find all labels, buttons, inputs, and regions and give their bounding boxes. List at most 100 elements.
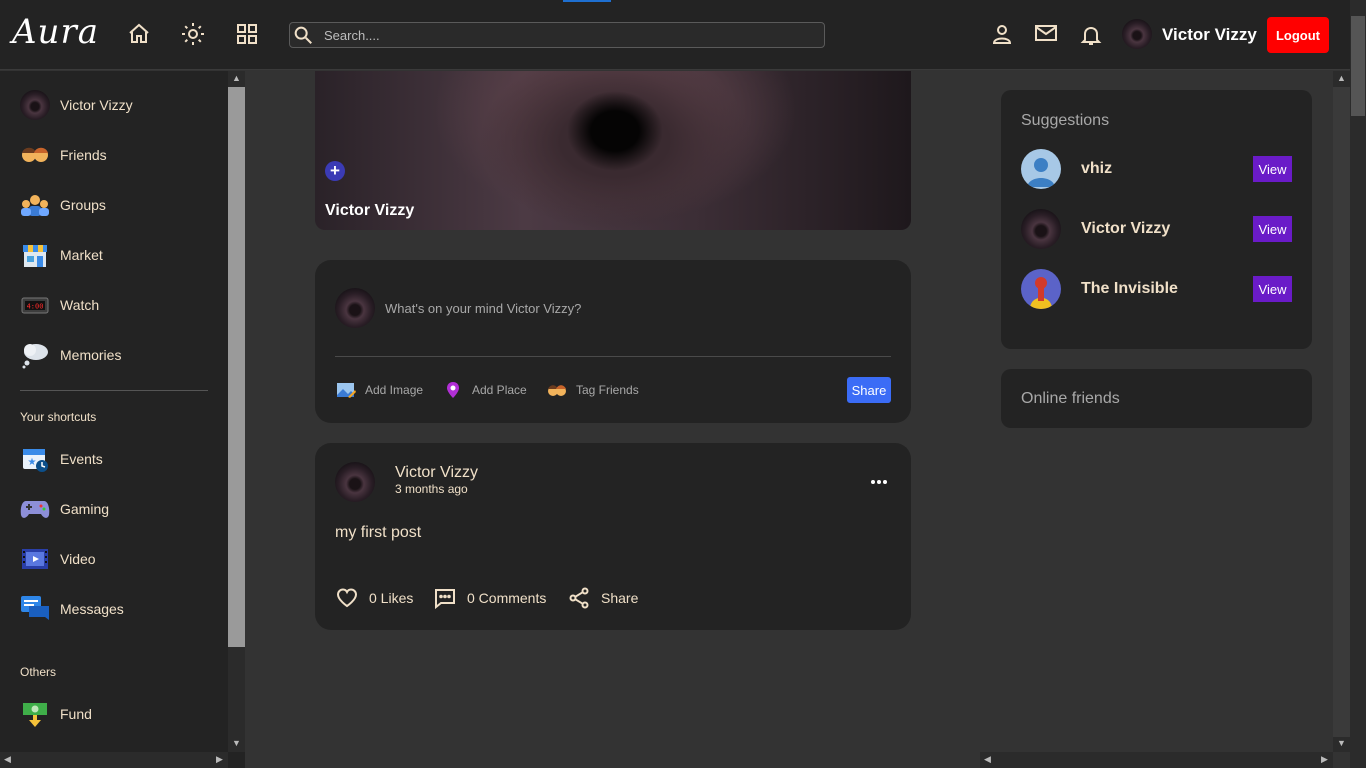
share-label: Share — [601, 590, 639, 606]
user-avatar[interactable] — [1122, 19, 1152, 49]
user-name[interactable]: Victor Vizzy — [1162, 25, 1257, 45]
sidebar-item-watch[interactable]: 4:00 Watch — [20, 290, 220, 320]
avatar[interactable] — [1021, 269, 1061, 309]
suggestion-name[interactable]: Victor Vizzy — [1081, 220, 1170, 238]
events-icon: ★ — [20, 444, 50, 474]
right-scrollbar[interactable]: ▲ ▼ — [1333, 71, 1350, 752]
divider — [335, 356, 891, 357]
scroll-down-icon[interactable]: ▼ — [1337, 738, 1346, 748]
add-image-option[interactable]: Add Image — [335, 378, 423, 402]
heart-icon — [336, 588, 358, 608]
profile-icon[interactable] — [990, 22, 1014, 46]
gaming-icon — [20, 494, 50, 524]
post-author[interactable]: Victor Vizzy — [395, 464, 478, 482]
post-card: Victor Vizzy 3 months ago my first post … — [315, 443, 911, 630]
right-horizontal-scrollbar[interactable]: ◀ ▶ — [980, 752, 1333, 768]
sidebar-item-label: Memories — [60, 347, 122, 363]
more-options-icon[interactable] — [868, 471, 890, 493]
mail-icon[interactable] — [1034, 21, 1058, 45]
view-button[interactable]: View — [1253, 156, 1292, 182]
sidebar-item-label: Market — [60, 247, 103, 263]
sidebar-item-label: Groups — [60, 197, 106, 213]
svg-text:★: ★ — [28, 457, 37, 468]
cover-name: Victor Vizzy — [325, 202, 415, 219]
avatar[interactable] — [1021, 149, 1061, 189]
memories-icon — [20, 340, 50, 370]
like-button[interactable]: 0 Likes — [335, 586, 413, 610]
sidebar-item-groups[interactable]: Groups — [20, 190, 220, 220]
sidebar-scrollbar[interactable]: ▲ ▼ — [228, 71, 245, 752]
sun-icon[interactable] — [181, 22, 205, 46]
scroll-right-icon[interactable]: ▶ — [216, 754, 223, 765]
friends-icon — [20, 140, 50, 170]
avatar — [335, 288, 375, 328]
scroll-up-icon[interactable]: ▲ — [1337, 73, 1346, 83]
share-button[interactable]: Share — [847, 377, 891, 403]
avatar[interactable] — [1021, 209, 1061, 249]
share-post-button[interactable]: Share — [567, 586, 638, 610]
left-sidebar: Victor Vizzy Friends Groups Market 4:00 … — [0, 71, 245, 768]
add-place-option[interactable]: Add Place — [442, 378, 527, 402]
sidebar-item-label: Video — [60, 551, 96, 567]
suggestion-row: The Invisible View — [1021, 269, 1292, 309]
logout-button[interactable]: Logout — [1267, 17, 1329, 53]
cover-photo: + Victor Vizzy — [315, 71, 911, 230]
sidebar-item-label: Events — [60, 451, 103, 467]
suggestion-row: Victor Vizzy View — [1021, 209, 1292, 249]
search-icon — [294, 26, 312, 44]
search-bar[interactable] — [289, 22, 825, 48]
page-scrollbar[interactable] — [1350, 0, 1366, 768]
sidebar-item-messages[interactable]: Messages — [20, 594, 220, 624]
search-input[interactable] — [324, 26, 814, 44]
tag-friends-option[interactable]: Tag Friends — [546, 378, 639, 402]
sidebar-item-video[interactable]: Video — [20, 544, 220, 574]
add-photo-icon[interactable]: + — [325, 161, 345, 181]
home-icon[interactable] — [127, 22, 151, 46]
sidebar-item-label: Watch — [60, 297, 100, 313]
scroll-down-icon[interactable]: ▼ — [232, 738, 241, 748]
scroll-left-icon[interactable]: ◀ — [984, 754, 991, 765]
post-composer: Add Image Add Place Tag Friends Share — [315, 260, 911, 423]
sidebar-item-label: Victor Vizzy — [60, 97, 133, 113]
suggestion-row: vhiz View — [1021, 149, 1292, 189]
suggestion-name[interactable]: vhiz — [1081, 160, 1112, 178]
online-friends-title: Online friends — [1021, 390, 1120, 407]
avatar[interactable] — [335, 462, 375, 502]
scroll-left-icon[interactable]: ◀ — [4, 754, 11, 765]
image-icon — [335, 379, 357, 401]
sidebar-item-label: Friends — [60, 147, 107, 163]
comment-button[interactable]: 0 Comments — [433, 586, 546, 610]
shortcuts-heading: Your shortcuts — [20, 410, 97, 424]
post-time: 3 months ago — [395, 482, 468, 496]
bell-icon[interactable] — [1079, 23, 1103, 47]
likes-count: 0 Likes — [369, 590, 414, 606]
scroll-up-icon[interactable]: ▲ — [232, 73, 241, 83]
sidebar-item-profile[interactable]: Victor Vizzy — [20, 90, 220, 120]
svg-text:4:00: 4:00 — [27, 303, 44, 311]
sidebar-item-friends[interactable]: Friends — [20, 140, 220, 170]
view-button[interactable]: View — [1253, 276, 1292, 302]
sidebar-item-memories[interactable]: Memories — [20, 340, 220, 370]
scrollbar-thumb[interactable] — [228, 87, 245, 647]
scrollbar-thumb[interactable] — [1351, 16, 1365, 116]
scroll-right-icon[interactable]: ▶ — [1321, 754, 1328, 765]
tab-indicator — [563, 0, 611, 2]
sidebar-item-events[interactable]: ★ Events — [20, 444, 220, 474]
post-input[interactable] — [385, 298, 885, 318]
sidebar-item-fund[interactable]: Fund — [20, 699, 220, 729]
sidebar-item-gaming[interactable]: Gaming — [20, 494, 220, 524]
sidebar-item-market[interactable]: Market — [20, 240, 220, 270]
sidebar-item-label: Gaming — [60, 501, 110, 517]
location-pin-icon — [442, 379, 464, 401]
apps-grid-icon[interactable] — [235, 22, 259, 46]
view-button[interactable]: View — [1253, 216, 1292, 242]
groups-icon — [20, 190, 50, 220]
suggestions-title: Suggestions — [1021, 112, 1110, 129]
suggestion-name[interactable]: The Invisible — [1081, 280, 1178, 298]
sidebar-horizontal-scrollbar[interactable]: ◀ ▶ — [0, 752, 228, 768]
app-logo[interactable]: Aura — [12, 12, 99, 52]
scrollbar-thumb[interactable] — [1333, 87, 1350, 737]
comments-count: 0 Comments — [467, 590, 547, 606]
watch-icon: 4:00 — [20, 290, 50, 320]
comment-icon — [435, 589, 455, 610]
